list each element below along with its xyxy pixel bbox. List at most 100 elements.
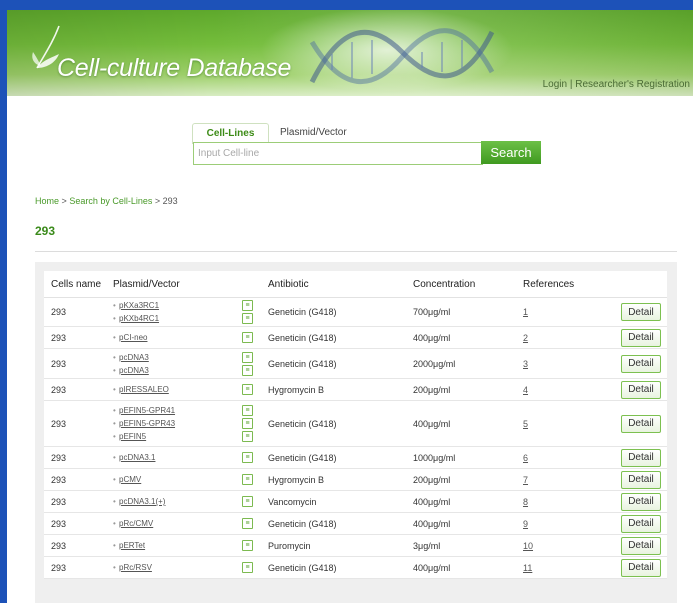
reference-link[interactable]: 2 [523,333,528,343]
reference-link[interactable]: 8 [523,497,528,507]
concentration: 400μg/ml [406,490,516,513]
search-input[interactable] [194,144,482,163]
detail-button[interactable]: Detail [621,328,661,347]
document-icon[interactable]: ≡ [242,364,253,376]
document-icon[interactable]: ≡ [242,431,253,442]
plasmid-link[interactable]: pRc/RSV [119,563,242,572]
reference-link[interactable]: 5 [523,419,528,429]
detail-button[interactable]: Detail [621,414,661,433]
concentration: 200μg/ml [406,378,516,401]
detail-button[interactable]: Detail [621,558,661,577]
detail-button[interactable]: Detail [621,380,661,399]
document-icon[interactable]: ≡ [242,562,253,573]
plasmid-link[interactable]: pcDNA3 [119,366,242,375]
plasmid-link[interactable]: pKXb4RC1 [119,314,242,323]
tab-plasmid-vector[interactable]: Plasmid/Vector [280,123,347,143]
login-link[interactable]: Login [543,79,567,90]
reference-cell: 2 [516,326,603,349]
detail-button[interactable]: Detail [621,354,661,373]
document-icon[interactable]: ≡ [242,518,253,529]
antibiotic: Geneticin (G418) [261,556,406,579]
cell-name: 293 [44,512,106,535]
reference-link[interactable]: 10 [523,541,533,551]
search-button[interactable]: Search [481,141,541,164]
breadcrumb-home[interactable]: Home [35,196,59,206]
document-icon[interactable]: ≡ [242,496,253,507]
table-row: 293 • pcDNA3.1(+) ≡ Vancomycin 400μg/ml 8 Detai… [44,490,667,513]
plasmid-vector-cell: • pIRESSALEO ≡ [106,378,261,401]
plasmid-link[interactable]: pcDNA3 [119,353,242,362]
concentration: 1000μg/ml [406,446,516,469]
reference-link[interactable]: 9 [523,519,528,529]
table-row: 293 • pERTet ≡ Puromycin 3μg/ml 10 Detail [44,534,667,557]
document-icon[interactable]: ≡ [242,313,253,324]
antibiotic: Geneticin (G418) [261,400,406,447]
concentration: 400μg/ml [406,556,516,579]
detail-button[interactable]: Detail [621,536,661,555]
cell-name: 293 [44,348,106,379]
action-cell: Detail [603,297,667,327]
plasmid-link[interactable]: pcDNA3.1(+) [119,497,242,506]
breadcrumb-separator: > [61,196,67,206]
plasmid-entry: • pRc/CMV ≡ [113,517,261,530]
plasmid-link[interactable]: pIRESSALEO [119,385,242,394]
plasmid-entry: • pcDNA3.1 ≡ [113,451,261,464]
cell-name: 293 [44,400,106,447]
breadcrumb-search-by-cell-lines[interactable]: Search by Cell-Lines [69,196,152,206]
antibiotic: Geneticin (G418) [261,446,406,469]
plasmid-entry: • pCMV ≡ [113,473,261,486]
plasmid-entry: • pKXb4RC1 ≡ [113,312,261,325]
document-icon[interactable]: ≡ [242,384,253,395]
table-row: 293 • pRc/CMV ≡ Geneticin (G418) 400μg/ml 9 Det… [44,512,667,535]
action-cell: Detail [603,556,667,579]
document-icon[interactable]: ≡ [242,474,253,485]
plasmid-link[interactable]: pEFIN5-GPR41 [119,406,242,415]
plasmid-link[interactable]: pcDNA3.1 [119,453,242,462]
table-row: 293 • pcDNA3.1 ≡ Geneticin (G418) 1000μg/ml 6 D… [44,446,667,469]
concentration: 400μg/ml [406,512,516,535]
detail-button[interactable]: Detail [621,470,661,489]
reference-link[interactable]: 4 [523,385,528,395]
plasmid-entry: • pRc/RSV ≡ [113,561,261,574]
plasmid-link[interactable]: pEFIN5-GPR43 [119,419,242,428]
document-icon[interactable]: ≡ [242,351,253,363]
antibiotic: Geneticin (G418) [261,348,406,379]
detail-button[interactable]: Detail [621,492,661,511]
antibiotic: Hygromycin B [261,378,406,401]
document-icon[interactable]: ≡ [242,300,253,311]
reference-link[interactable]: 11 [523,563,532,573]
reference-link[interactable]: 6 [523,453,528,463]
document-icon[interactable]: ≡ [242,332,253,343]
plasmid-vector-cell: • pcDNA3.1 ≡ [106,446,261,469]
action-cell: Detail [603,446,667,469]
detail-button[interactable]: Detail [621,448,661,467]
breadcrumb-current: 293 [162,196,178,206]
detail-button[interactable]: Detail [621,514,661,533]
cell-name: 293 [44,326,106,349]
document-icon[interactable]: ≡ [242,418,253,429]
plasmid-link[interactable]: pEFIN5 [119,432,242,441]
document-icon[interactable]: ≡ [242,540,253,551]
reference-link[interactable]: 7 [523,475,528,485]
document-icon[interactable]: ≡ [242,405,253,416]
plasmid-link[interactable]: pCI-neo [119,333,242,342]
tab-cell-lines[interactable]: Cell-Lines [192,123,269,144]
plasmid-link[interactable]: pRc/CMV [119,519,242,528]
reference-link[interactable]: 3 [523,359,528,369]
document-icon[interactable]: ≡ [242,452,253,463]
researcher-registration-link[interactable]: Researcher's Registration [575,79,690,90]
plasmid-link[interactable]: pKXa3RC1 [119,301,242,310]
plasmid-vector-cell: • pCI-neo ≡ [106,326,261,349]
plasmid-link[interactable]: pCMV [119,475,242,484]
link-separator: | [569,79,573,90]
table-row: 293 • pEFIN5-GPR41 ≡ • pEFIN5-GPR43 ≡ • pEFIN5 ≡ G… [44,400,667,447]
reference-cell: 9 [516,512,603,535]
detail-button[interactable]: Detail [621,303,661,321]
plasmid-vector-cell: • pERTet ≡ [106,534,261,557]
plasmid-link[interactable]: pERTet [119,541,242,550]
antibiotic: Vancomycin [261,490,406,513]
concentration: 2000μg/ml [406,348,516,379]
table-row: 293 • pIRESSALEO ≡ Hygromycin B 200μg/ml 4 Deta… [44,378,667,401]
plasmid-entry: • pcDNA3.1(+) ≡ [113,495,261,508]
reference-link[interactable]: 1 [523,307,528,317]
